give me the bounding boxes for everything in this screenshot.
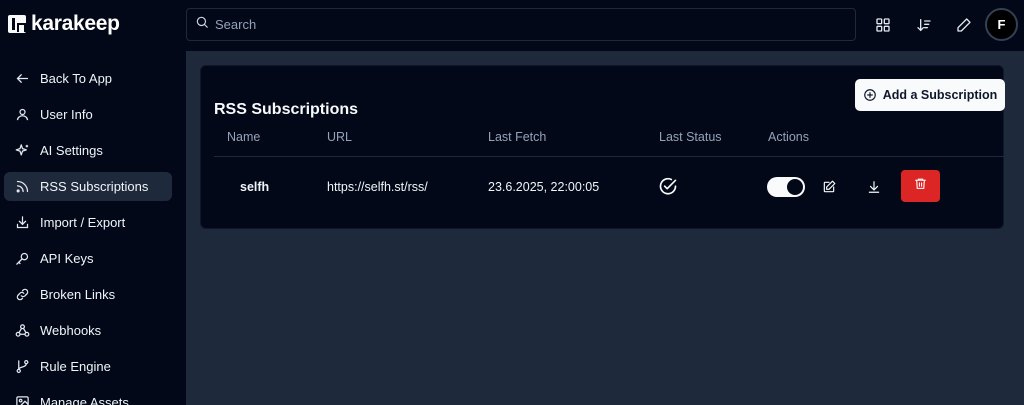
subscription-name: selfh <box>240 180 270 194</box>
sidebar-item-label: Import / Export <box>40 215 126 230</box>
enabled-toggle[interactable] <box>767 177 805 197</box>
add-subscription-button[interactable]: Add a Subscription <box>855 79 1005 111</box>
sidebar-item-rule-engine[interactable]: Rule Engine <box>4 352 172 381</box>
header-divider <box>214 156 1005 157</box>
sidebar-item-user-info[interactable]: User Info <box>4 100 172 129</box>
sidebar-item-ai-settings[interactable]: AI Settings <box>4 136 172 165</box>
search-icon <box>195 15 209 34</box>
avatar[interactable]: F <box>985 8 1018 41</box>
sidebar-item-webhooks[interactable]: Webhooks <box>4 316 172 345</box>
sidebar-item-api-keys[interactable]: API Keys <box>4 244 172 273</box>
sidebar-item-label: API Keys <box>40 251 94 266</box>
page-title: RSS Subscriptions <box>214 101 359 118</box>
sidebar-item-label: Broken Links <box>40 287 116 302</box>
main-content: RSS Subscriptions Add a Subscription Nam… <box>186 51 1024 405</box>
search-bar[interactable] <box>186 8 856 41</box>
sidebar-item-label: User Info <box>40 107 93 122</box>
fetch-now-icon[interactable] <box>865 178 883 196</box>
sidebar-item-label: AI Settings <box>40 143 103 158</box>
key-icon <box>14 251 30 267</box>
app-name: karakeep <box>31 12 120 35</box>
search-input[interactable] <box>215 17 815 32</box>
sidebar-item-broken-links[interactable]: Broken Links <box>4 280 172 309</box>
sidebar-item-label: Rule Engine <box>40 359 111 374</box>
check-circle-icon <box>658 177 678 202</box>
plus-circle-icon <box>863 88 877 102</box>
subscription-url: https://selfh.st/rss/ <box>327 180 428 194</box>
app-logo[interactable]: karakeep <box>8 12 120 36</box>
column-header-last-fetch: Last Fetch <box>488 130 547 144</box>
sidebar-item-label: Webhooks <box>40 323 102 338</box>
sidebar-item-label: Back To App <box>40 71 113 86</box>
logo-icon <box>8 15 26 33</box>
column-header-last-status: Last Status <box>659 130 722 144</box>
rss-subscriptions-card: RSS Subscriptions Add a Subscription Nam… <box>200 65 1005 229</box>
sidebar-item-label: Manage Assets <box>40 395 129 405</box>
rss-icon <box>14 179 30 195</box>
sidebar-item-label: RSS Subscriptions <box>40 179 149 194</box>
column-header-url: URL <box>327 130 353 144</box>
arrow-left-icon <box>14 71 30 87</box>
sort-icon[interactable] <box>912 13 936 37</box>
add-subscription-label: Add a Subscription <box>882 88 998 102</box>
git-branch-icon <box>14 359 30 375</box>
image-icon <box>14 395 30 405</box>
trash-icon <box>914 177 927 195</box>
sidebar-item-back-to-app[interactable]: Back To App <box>4 64 172 93</box>
user-icon <box>14 107 30 123</box>
sidebar-item-import-export[interactable]: Import / Export <box>4 208 172 237</box>
column-header-actions: Actions <box>768 130 809 144</box>
pencil-icon[interactable] <box>952 13 976 37</box>
sidebar-item-manage-assets[interactable]: Manage Assets <box>4 388 172 405</box>
grid-view-icon[interactable] <box>871 13 895 37</box>
edit-icon[interactable] <box>820 178 838 196</box>
download-icon <box>14 215 30 231</box>
column-header-name: Name <box>227 130 261 144</box>
subscription-last-fetch: 23.6.2025, 22:00:05 <box>488 180 600 194</box>
webhook-icon <box>14 323 30 339</box>
sidebar-item-rss-subscriptions[interactable]: RSS Subscriptions <box>4 172 172 201</box>
delete-button[interactable] <box>901 170 940 202</box>
link-icon <box>14 287 30 303</box>
sparkles-icon <box>14 143 30 159</box>
